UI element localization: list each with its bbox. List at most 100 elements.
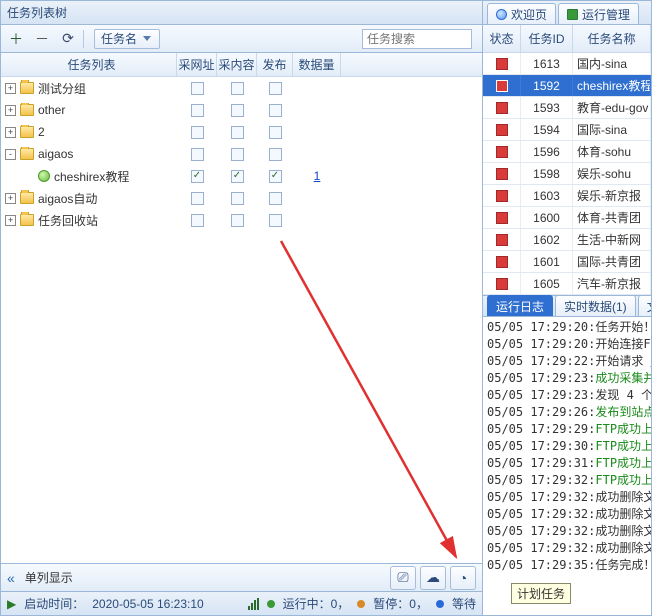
net-checkbox[interactable] xyxy=(191,192,204,205)
net-checkbox[interactable] xyxy=(191,148,204,161)
col-content[interactable]: 采内容 xyxy=(217,53,257,76)
schedule-button[interactable]: ◔ xyxy=(450,566,476,590)
col-tasklist[interactable]: 任务列表 xyxy=(1,53,177,76)
running-count: 运行中：0， xyxy=(283,595,350,612)
tab-运行管理[interactable]: 运行管理 xyxy=(558,3,639,24)
start-time-label: 启动时间： xyxy=(24,595,84,612)
pub-checkbox[interactable] xyxy=(269,148,282,161)
log-tab[interactable]: 文 xyxy=(638,295,652,316)
task-row[interactable]: 1592cheshirex教程 xyxy=(483,75,651,97)
col-taskid[interactable]: 任务ID xyxy=(521,25,573,52)
tree-row[interactable]: +aigaos自动 xyxy=(1,187,482,209)
cloud-download-button[interactable]: ☁ xyxy=(420,566,446,590)
task-row[interactable]: 1600体育-共青团 xyxy=(483,207,651,229)
pub-checkbox[interactable] xyxy=(269,192,282,205)
content-checkbox[interactable] xyxy=(231,192,244,205)
tree-row[interactable]: cheshirex教程 ✓ ✓ ✓ 1 xyxy=(1,165,482,187)
taskname-dropdown-label: 任务名 xyxy=(101,30,137,47)
expander-icon[interactable]: + xyxy=(5,215,16,226)
col-taskname[interactable]: 任务名称 xyxy=(573,25,651,52)
task-search[interactable] xyxy=(362,29,472,49)
task-row[interactable]: 1602生活-中新网 xyxy=(483,229,651,251)
content-checkbox[interactable] xyxy=(231,126,244,139)
dataqty-value[interactable]: 1 xyxy=(314,169,321,183)
log-tab[interactable]: 运行日志 xyxy=(487,295,553,316)
task-search-input[interactable] xyxy=(362,29,472,49)
task-name: 体育-sohu xyxy=(573,141,651,162)
task-row[interactable]: 1601国际-共青团 xyxy=(483,251,651,273)
pub-checkbox[interactable]: ✓ xyxy=(269,170,282,183)
status-stop-icon xyxy=(496,124,508,136)
refresh-button[interactable]: ⟳ xyxy=(57,28,79,50)
task-row[interactable]: 1596体育-sohu xyxy=(483,141,651,163)
expander-icon[interactable]: + xyxy=(5,127,16,138)
tree-row[interactable]: -aigaos xyxy=(1,143,482,165)
remove-button[interactable]: － xyxy=(31,28,53,50)
net-checkbox[interactable] xyxy=(191,104,204,117)
tab-label: 运行管理 xyxy=(582,6,630,23)
task-row[interactable]: 1594国际-sina xyxy=(483,119,651,141)
pub-checkbox[interactable] xyxy=(269,126,282,139)
task-row[interactable]: 1603娱乐-新京报 xyxy=(483,185,651,207)
content-checkbox[interactable] xyxy=(231,82,244,95)
task-name: 娱乐-新京报 xyxy=(573,185,651,206)
task-row[interactable]: 1598娱乐-sohu xyxy=(483,163,651,185)
col-dataqty[interactable]: 数据量 xyxy=(293,53,341,76)
paused-dot xyxy=(357,600,365,608)
collapse-icon[interactable]: « xyxy=(7,570,15,586)
col-net[interactable]: 采网址 xyxy=(177,53,217,76)
pub-checkbox[interactable] xyxy=(269,214,282,227)
add-button[interactable]: ＋ xyxy=(5,28,27,50)
folder-icon xyxy=(20,214,34,226)
content-checkbox[interactable]: ✓ xyxy=(231,170,244,183)
expander-icon[interactable]: - xyxy=(5,149,16,160)
log-line: 05/05 17:29:32:成功删除文件: xyxy=(487,489,647,506)
pub-checkbox[interactable] xyxy=(269,104,282,117)
content-checkbox[interactable] xyxy=(231,104,244,117)
content-checkbox[interactable] xyxy=(231,214,244,227)
task-name: 生活-中新网 xyxy=(573,229,651,250)
task-name: 国际-sina xyxy=(573,119,651,140)
right-tabs: 欢迎页 运行管理 xyxy=(483,1,651,25)
col-status[interactable]: 状态 xyxy=(483,25,521,52)
net-checkbox[interactable]: ✓ xyxy=(191,170,204,183)
task-id: 1601 xyxy=(521,251,573,272)
waiting-count: 等待 xyxy=(452,595,476,612)
task-id: 1594 xyxy=(521,119,573,140)
expander-icon[interactable]: + xyxy=(5,193,16,204)
tree-row[interactable]: +2 xyxy=(1,121,482,143)
content-checkbox[interactable] xyxy=(231,148,244,161)
sitemap-button[interactable]: ⎚ xyxy=(390,566,416,590)
tree-item-label: cheshirex教程 xyxy=(54,168,129,185)
task-name: 娱乐-sohu xyxy=(573,163,651,184)
pub-checkbox[interactable] xyxy=(269,82,282,95)
taskname-dropdown[interactable]: 任务名 xyxy=(94,29,160,49)
tree-row[interactable]: +任务回收站 xyxy=(1,209,482,231)
net-checkbox[interactable] xyxy=(191,82,204,95)
expander-icon[interactable]: + xyxy=(5,83,16,94)
net-checkbox[interactable] xyxy=(191,214,204,227)
task-row[interactable]: 1593教育-edu-gov xyxy=(483,97,651,119)
col-pub[interactable]: 发布 xyxy=(257,53,293,76)
log-tab[interactable]: 实时数据(1) xyxy=(555,295,636,316)
net-checkbox[interactable] xyxy=(191,126,204,139)
tab-欢迎页[interactable]: 欢迎页 xyxy=(487,3,556,24)
single-list-label[interactable]: 单列显示 xyxy=(25,569,73,586)
log-line: 05/05 17:29:32:成功删除文件: xyxy=(487,540,647,557)
run-log: 05/05 17:29:20:任务开始！05/05 17:29:20:开始连接F… xyxy=(483,317,651,615)
tab-label: 欢迎页 xyxy=(511,6,547,23)
task-row[interactable]: 1605汽车-新京报 xyxy=(483,273,651,295)
tree-bottombar: « 单列显示 ⎚ ☁ ◔ xyxy=(1,563,482,591)
log-tabs: 运行日志实时数据(1)文 xyxy=(483,295,651,317)
log-line: 05/05 17:29:32:FTP成功上传文 xyxy=(487,472,647,489)
log-line: 05/05 17:29:23:发现 4 个文件 xyxy=(487,387,647,404)
status-stop-icon xyxy=(496,146,508,158)
tree-row[interactable]: +other xyxy=(1,99,482,121)
expander-icon[interactable]: + xyxy=(5,105,16,116)
task-id: 1592 xyxy=(521,75,573,96)
task-tree-title: 任务列表树 xyxy=(1,1,482,25)
paused-count: 暂停：0， xyxy=(373,595,428,612)
tree-row[interactable]: +测试分组 xyxy=(1,77,482,99)
task-row[interactable]: 1613国内-sina xyxy=(483,53,651,75)
globe-icon xyxy=(496,9,507,20)
